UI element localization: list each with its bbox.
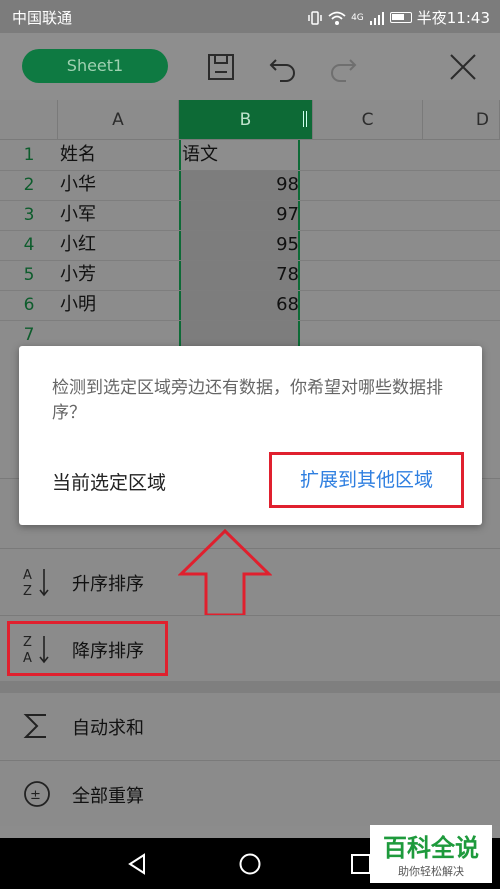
recents-icon[interactable] bbox=[350, 853, 372, 875]
sheet-tab[interactable]: Sheet1 bbox=[22, 49, 168, 83]
cell-score[interactable]: 78 bbox=[182, 260, 299, 290]
up-arrow-annotation bbox=[178, 528, 272, 617]
clock: 半夜11:43 bbox=[416, 9, 490, 27]
column-resize-handle[interactable] bbox=[303, 111, 307, 127]
menu-section-divider bbox=[0, 681, 500, 693]
save-icon[interactable] bbox=[204, 50, 238, 84]
status-bar: 中国联通 4G 半夜11:43 bbox=[0, 0, 500, 33]
row-number[interactable]: 5 bbox=[0, 260, 58, 290]
signal-icon bbox=[369, 11, 384, 25]
current-selection-button[interactable]: 当前选定区域 bbox=[52, 468, 166, 495]
dialog-message: 检测到选定区域旁边还有数据，你希望对哪些数据排序？ bbox=[52, 378, 443, 423]
redo-icon[interactable] bbox=[326, 50, 360, 84]
column-header-c[interactable]: C bbox=[313, 100, 423, 140]
back-icon[interactable] bbox=[126, 852, 148, 876]
row-number[interactable]: 4 bbox=[0, 230, 58, 260]
row-number[interactable]: 3 bbox=[0, 200, 58, 230]
row-number[interactable]: 2 bbox=[0, 170, 58, 200]
svg-text:Z: Z bbox=[23, 584, 32, 599]
row-number[interactable]: 6 bbox=[0, 290, 58, 320]
sigma-icon bbox=[23, 714, 46, 738]
cell-name[interactable]: 小华 bbox=[60, 170, 96, 200]
sort-desc-highlight bbox=[7, 621, 168, 676]
recalc-label: 全部重算 bbox=[72, 786, 144, 807]
recalculate-icon: ± bbox=[24, 781, 50, 807]
cell-score[interactable]: 95 bbox=[182, 230, 299, 260]
network-type: 4G bbox=[351, 12, 364, 23]
sort-ascending-icon: AZ bbox=[23, 568, 49, 599]
svg-text:A: A bbox=[23, 568, 32, 583]
row-divider bbox=[0, 320, 500, 321]
autosum-label: 自动求和 bbox=[72, 718, 144, 739]
row-number[interactable]: 1 bbox=[0, 140, 58, 170]
column-header-b[interactable]: B bbox=[179, 100, 313, 140]
watermark-subtitle: 助你轻松解决 bbox=[398, 865, 464, 878]
expand-selection-button[interactable]: 扩展到其他区域 bbox=[269, 452, 464, 508]
cell-a1[interactable]: 姓名 bbox=[60, 140, 96, 170]
cell-score[interactable]: 98 bbox=[182, 170, 299, 200]
carrier-label: 中国联通 bbox=[12, 9, 73, 27]
menu-item-recalc[interactable]: ± 全部重算 bbox=[0, 760, 500, 826]
cell-name[interactable]: 小明 bbox=[60, 290, 96, 320]
svg-text:±: ± bbox=[30, 788, 41, 803]
status-icons: 4G 半夜11:43 bbox=[307, 7, 490, 28]
column-header-d[interactable]: D bbox=[423, 100, 500, 140]
cell-name[interactable]: 小芳 bbox=[60, 260, 96, 290]
menu-item-autosum[interactable]: 自动求和 bbox=[0, 693, 500, 759]
close-icon[interactable] bbox=[446, 50, 480, 84]
wifi-icon bbox=[328, 11, 346, 25]
watermark-logo: 百科全说 助你轻松解决 bbox=[370, 825, 492, 883]
watermark-title: 百科全说 bbox=[383, 834, 479, 862]
home-icon[interactable] bbox=[238, 852, 262, 876]
toolbar: Sheet1 bbox=[0, 33, 500, 100]
cell-score[interactable]: 68 bbox=[182, 290, 299, 320]
vibrate-icon bbox=[308, 10, 322, 25]
cell-name[interactable]: 小军 bbox=[60, 200, 96, 230]
cell-score[interactable]: 97 bbox=[182, 200, 299, 230]
sort-range-dialog: 检测到选定区域旁边还有数据，你希望对哪些数据排序？ 当前选定区域 扩展到其他区域 bbox=[19, 346, 482, 525]
column-header-a[interactable]: A bbox=[58, 100, 179, 140]
corner-cell[interactable] bbox=[0, 100, 58, 140]
sort-asc-label: 升序排序 bbox=[72, 574, 144, 595]
cell-name[interactable]: 小红 bbox=[60, 230, 96, 260]
cell-b1[interactable]: 语文 bbox=[182, 140, 218, 170]
battery-icon bbox=[389, 12, 412, 23]
undo-icon[interactable] bbox=[266, 50, 300, 84]
